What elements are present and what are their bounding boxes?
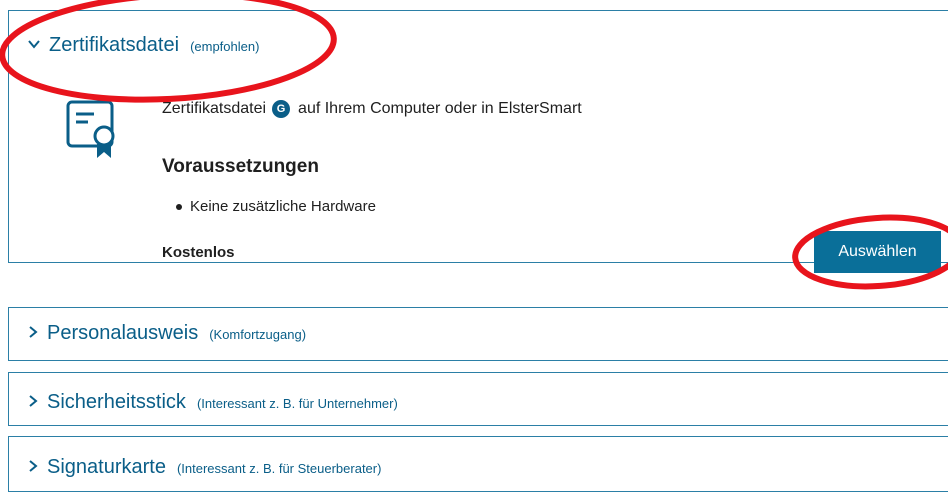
cropped-top-heading [0,0,948,10]
accordion-title: Sicherheitsstick [47,391,186,413]
accordion-subtitle: (Interessant z. B. für Steuerberater) [176,461,382,476]
description-suffix: auf Ihrem Computer oder in ElsterSmart [298,100,582,117]
requirements-list: Keine zusätzliche Hardware [176,198,376,215]
accordion-header-zertifikatsdatei[interactable]: Zertifikatsdatei (empfohlen) [27,34,259,57]
requirements-title: Voraussetzungen [162,156,319,177]
accordion-header-sicherheitsstick[interactable]: Sicherheitsstick (Interessant z. B. für … [27,391,398,414]
accordion-title: Zertifikatsdatei [49,34,180,56]
accordion-subtitle: (empfohlen) [190,39,260,54]
price-label: Kostenlos [162,244,235,261]
select-button[interactable]: Auswählen [814,231,941,273]
glossary-badge[interactable]: G [272,100,291,118]
accordion-header-personalausweis[interactable]: Personalausweis (Komfortzugang) [27,322,306,345]
accordion-title: Signaturkarte [47,456,166,478]
requirement-item: Keine zusätzliche Hardware [176,198,376,215]
accordion-subtitle: (Komfortzugang) [209,327,307,342]
description-prefix: Zertifikatsdatei [162,100,267,117]
chevron-right-icon [27,323,39,344]
accordion-subtitle: (Interessant z. B. für Unternehmer) [196,396,398,411]
chevron-down-icon [27,35,41,56]
accordion-title: Personalausweis [47,322,199,344]
chevron-right-icon [27,392,39,413]
certificate-icon [66,96,122,162]
method-description: Zertifikatsdatei G auf Ihrem Computer od… [162,100,582,118]
chevron-right-icon [27,457,39,478]
accordion-header-signaturkarte[interactable]: Signaturkarte (Interessant z. B. für Ste… [27,456,381,479]
